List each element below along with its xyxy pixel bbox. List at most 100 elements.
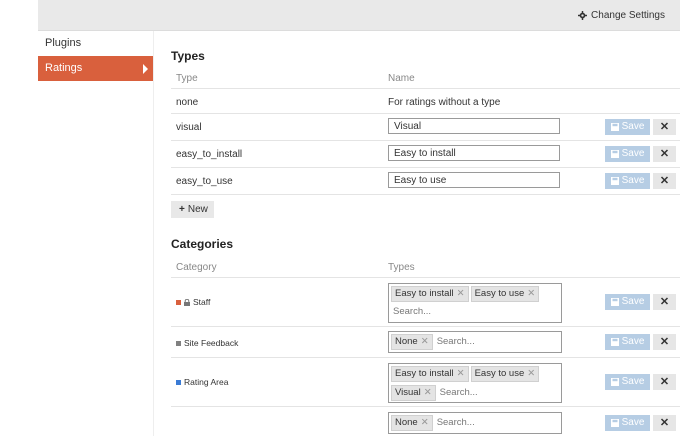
save-button[interactable]: Save <box>605 415 650 431</box>
save-button[interactable]: Save <box>605 334 650 350</box>
save-label: Save <box>621 175 645 186</box>
save-button[interactable]: Save <box>605 119 650 135</box>
tag-label: Visual <box>395 387 421 398</box>
change-settings-label: Change Settings <box>591 10 665 21</box>
delete-button[interactable]: ✕ <box>653 334 676 350</box>
save-icon <box>610 378 619 386</box>
sidebar-item-plugins[interactable]: Plugins <box>38 31 153 56</box>
category-name: Site Feedback <box>184 338 239 348</box>
type-name: For ratings without a type <box>388 97 501 108</box>
table-row: none For ratings without a type <box>171 89 680 114</box>
category-types-select[interactable]: Easy to install ✕ Easy to use ✕ Visual ✕ Sear… <box>388 363 562 403</box>
save-label: Save <box>621 417 645 428</box>
save-icon <box>610 419 619 427</box>
remove-tag-icon[interactable]: ✕ <box>421 417 429 428</box>
type-name-input[interactable]: Easy to use <box>388 172 560 188</box>
category-types-select[interactable]: None ✕ Search... <box>388 331 562 353</box>
type-name-input[interactable]: Visual <box>388 118 560 134</box>
new-label: New <box>187 204 208 215</box>
tag: None ✕ <box>391 415 433 431</box>
types-column-header: Types <box>388 262 415 273</box>
lock-icon <box>184 298 190 306</box>
save-button[interactable]: Save <box>605 294 650 310</box>
remove-tag-icon[interactable]: ✕ <box>527 288 535 299</box>
save-label: Save <box>621 148 645 159</box>
name-column-header: Name <box>388 73 415 84</box>
sidebar-item-ratings[interactable]: Ratings <box>38 56 153 81</box>
delete-button[interactable]: ✕ <box>653 294 676 310</box>
gear-icon <box>578 11 588 20</box>
save-icon <box>610 123 619 131</box>
table-row: easy_to_install Easy to install Save ✕ <box>171 141 680 168</box>
table-row: Staff Easy to install ✕ Easy to use ✕ Searc… <box>171 278 680 327</box>
save-icon <box>610 177 619 185</box>
tag: Easy to install ✕ <box>391 286 469 302</box>
tag-search-input[interactable]: Search... <box>391 305 431 319</box>
sidebar-divider <box>153 31 154 436</box>
table-row: Rating Area Easy to install ✕ Easy to use ✕… <box>171 358 680 407</box>
sidebar: Plugins Ratings <box>38 31 153 81</box>
delete-button[interactable]: ✕ <box>653 146 676 162</box>
tag: Easy to use ✕ <box>470 286 540 302</box>
category-types-select[interactable]: Easy to install ✕ Easy to use ✕ Search... <box>388 283 562 323</box>
remove-tag-icon[interactable]: ✕ <box>457 288 465 299</box>
delete-button[interactable]: ✕ <box>653 173 676 189</box>
save-label: Save <box>621 296 645 307</box>
category-color-swatch <box>176 299 181 305</box>
remove-tag-icon[interactable]: ✕ <box>424 387 432 398</box>
category-label: Rating Area <box>176 377 228 387</box>
new-type-button[interactable]: + New <box>171 201 214 218</box>
category-color-swatch <box>176 340 181 346</box>
save-label: Save <box>621 121 645 132</box>
delete-button[interactable]: ✕ <box>653 374 676 390</box>
category-types-select[interactable]: None ✕ Search... <box>388 412 562 434</box>
change-settings-button[interactable]: Change Settings <box>578 10 665 21</box>
tag-search-input[interactable]: Search... <box>435 335 475 349</box>
category-label: Staff <box>176 297 210 307</box>
category-label: Site Feedback <box>176 338 238 348</box>
type-key: easy_to_use <box>176 176 233 187</box>
tag-label: None <box>395 417 418 428</box>
tag: Easy to install ✕ <box>391 366 469 382</box>
type-column-header: Type <box>176 73 198 84</box>
save-icon <box>610 150 619 158</box>
type-key: none <box>176 97 199 108</box>
save-button[interactable]: Save <box>605 146 650 162</box>
tag-label: Easy to install <box>395 368 454 379</box>
delete-button[interactable]: ✕ <box>653 415 676 431</box>
save-icon <box>610 338 619 346</box>
tag: None ✕ <box>391 334 433 350</box>
top-bar: Change Settings <box>38 0 680 31</box>
plus-icon: + <box>179 204 185 215</box>
tag-label: Easy to use <box>474 368 525 379</box>
types-heading: Types <box>171 49 205 63</box>
save-button[interactable]: Save <box>605 173 650 189</box>
tag-search-input[interactable]: Search... <box>438 386 478 400</box>
category-color-swatch <box>176 379 181 385</box>
sidebar-item-label: Plugins <box>45 37 82 49</box>
table-row: easy_to_use Easy to use Save ✕ <box>171 168 680 195</box>
remove-tag-icon[interactable]: ✕ <box>527 368 535 379</box>
remove-tag-icon[interactable]: ✕ <box>457 368 465 379</box>
delete-button[interactable]: ✕ <box>653 119 676 135</box>
tag-label: Easy to install <box>395 288 454 299</box>
table-row: visual Visual Save ✕ <box>171 114 680 141</box>
save-button[interactable]: Save <box>605 374 650 390</box>
type-name-input[interactable]: Easy to install <box>388 145 560 161</box>
save-label: Save <box>621 336 645 347</box>
category-column-header: Category <box>176 262 217 273</box>
type-key: visual <box>176 122 202 133</box>
type-key: easy_to_install <box>176 149 243 160</box>
table-row: None ✕ Search... Save ✕ <box>171 407 680 437</box>
table-row: Site Feedback None ✕ Search... Save ✕ <box>171 327 680 358</box>
category-name: Rating Area <box>184 377 229 387</box>
categories-header-row: Category Types <box>171 257 680 278</box>
save-label: Save <box>621 376 645 387</box>
chevron-right-icon <box>143 64 148 74</box>
tag-search-input[interactable]: Search... <box>435 416 475 430</box>
tag: Visual ✕ <box>391 385 436 401</box>
sidebar-item-label: Ratings <box>45 62 83 74</box>
remove-tag-icon[interactable]: ✕ <box>421 336 429 347</box>
types-header-row: Type Name <box>171 68 680 89</box>
tag-label: Easy to use <box>474 288 525 299</box>
